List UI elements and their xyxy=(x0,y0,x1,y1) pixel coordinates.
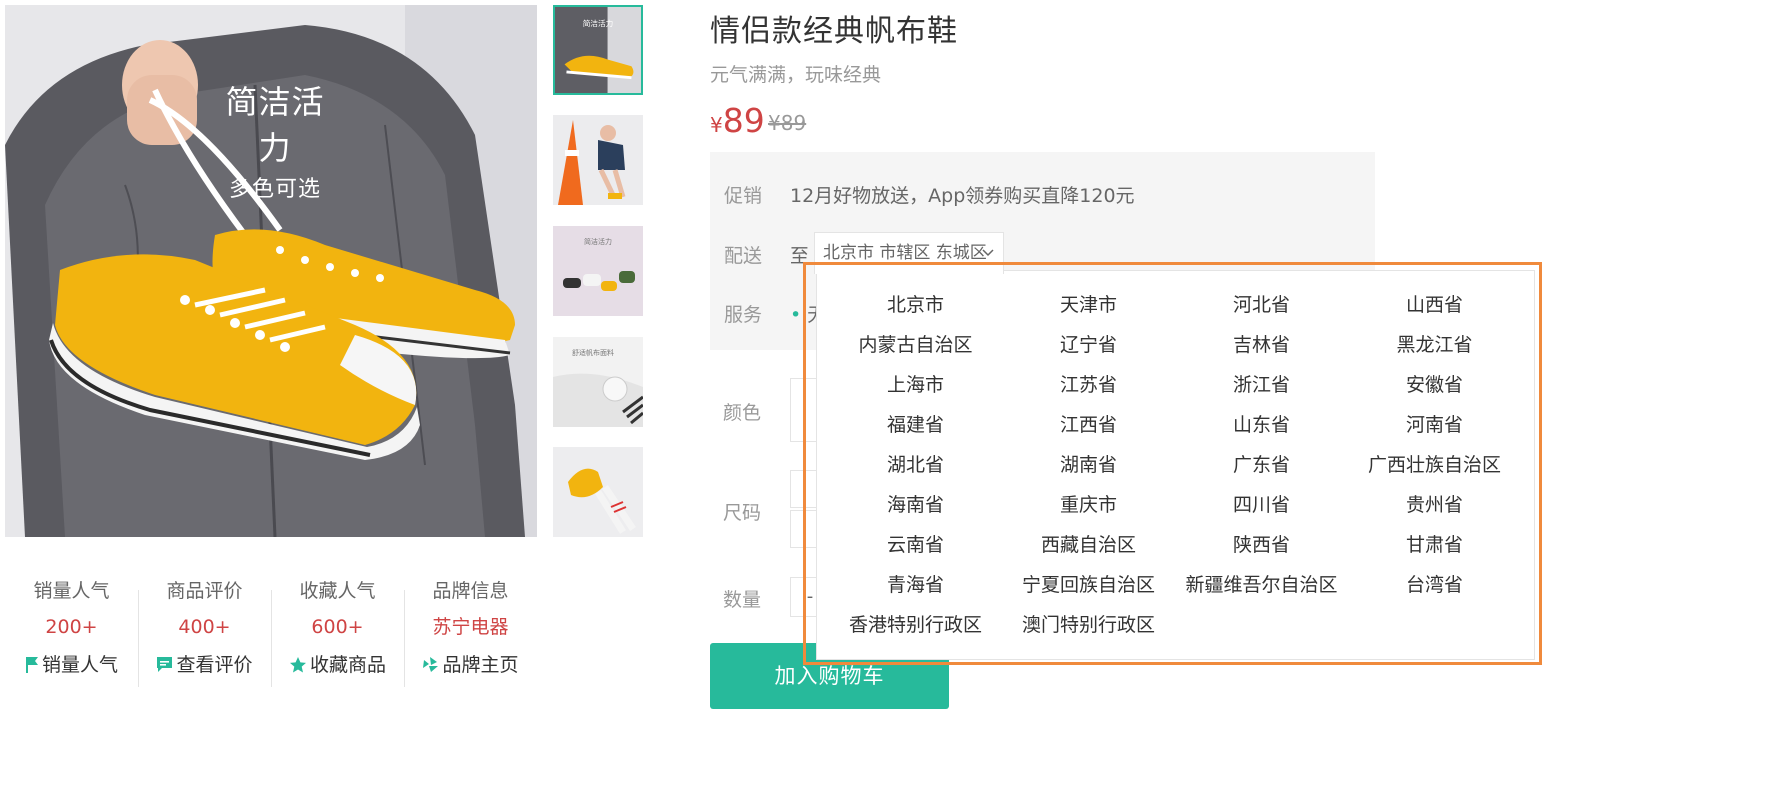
region-option[interactable]: 广西壮族自治区 xyxy=(1348,450,1521,477)
region-option[interactable]: 宁夏回族自治区 xyxy=(1002,570,1175,597)
region-option[interactable]: 福建省 xyxy=(829,410,1002,437)
size-label: 尺码 xyxy=(723,502,762,524)
region-option[interactable]: 上海市 xyxy=(829,370,1002,397)
price-currency: ¥ xyxy=(710,113,723,137)
main-image-caption: 简洁活力 多色可选 xyxy=(210,77,340,203)
stat-label: 销量人气 xyxy=(33,580,110,602)
region-dropdown: 北京市 天津市 河北省 山西省内蒙古自治区 辽宁省 吉林省 黑龙江省上海市 江苏省 浙江省 安徽省… xyxy=(816,270,1535,660)
region-select-value: 北京市 市辖区 东城区 xyxy=(823,243,987,263)
thumbnail-2[interactable] xyxy=(553,115,643,205)
stat-link-brand[interactable]: 品牌主页 xyxy=(404,647,537,683)
stat-label: 商品评价 xyxy=(166,580,243,602)
region-option[interactable]: 天津市 xyxy=(1002,290,1175,317)
stat-link-label: 收藏商品 xyxy=(309,654,386,676)
thumb-caption-4: 舒适帆布面料 xyxy=(572,348,614,357)
stat-reviews: 商品评价 400+ 查看评价 xyxy=(138,575,271,683)
region-option[interactable]: 贵州省 xyxy=(1348,490,1521,517)
chevron-down-icon xyxy=(981,233,995,288)
thumb-caption-3: 简洁活力 xyxy=(584,237,612,246)
region-option[interactable]: 新疆维吾尔自治区 xyxy=(1175,570,1348,597)
region-option[interactable]: 河北省 xyxy=(1175,290,1348,317)
thumbnail-4[interactable]: 舒适帆布面料 xyxy=(553,337,643,427)
star-icon xyxy=(289,650,307,686)
stat-label: 品牌信息 xyxy=(432,580,509,602)
caption-line1: 简洁活力 xyxy=(225,83,325,167)
region-option[interactable]: 四川省 xyxy=(1175,490,1348,517)
thumb-caption-1: 简洁活力 xyxy=(583,18,614,28)
brand-icon xyxy=(422,650,439,686)
region-option[interactable]: 青海省 xyxy=(829,570,1002,597)
main-product-image: 简洁活力 多色可选 xyxy=(5,5,537,537)
region-option[interactable]: 吉林省 xyxy=(1175,330,1348,357)
stat-value: 600+ xyxy=(311,616,364,638)
stat-favorites: 收藏人气 600+ 收藏商品 xyxy=(271,575,404,683)
service-label: 服务 xyxy=(724,304,763,326)
price-value: 89 xyxy=(722,101,765,140)
promo-text: 12月好物放送，App领券购买直降120元 xyxy=(790,185,1135,207)
region-option[interactable]: 山东省 xyxy=(1175,410,1348,437)
region-option[interactable]: 浙江省 xyxy=(1175,370,1348,397)
region-option[interactable]: 海南省 xyxy=(829,490,1002,517)
region-option[interactable]: 安徽省 xyxy=(1348,370,1521,397)
comment-icon xyxy=(156,650,173,686)
region-option[interactable]: 山西省 xyxy=(1348,290,1521,317)
stat-value: 400+ xyxy=(178,616,231,638)
product-subtitle: 元气满满，玩味经典 xyxy=(710,64,882,86)
promo-label: 促销 xyxy=(724,185,763,207)
thumbnail-5[interactable] xyxy=(553,447,643,537)
region-option[interactable]: 湖北省 xyxy=(829,450,1002,477)
stat-sales: 销量人气 200+ 销量人气 xyxy=(5,575,138,683)
color-label: 颜色 xyxy=(723,402,762,424)
stat-link-reviews[interactable]: 查看评价 xyxy=(138,647,271,683)
region-option[interactable]: 河南省 xyxy=(1348,410,1521,437)
region-option[interactable]: 内蒙古自治区 xyxy=(829,330,1002,357)
region-option[interactable]: 澳门特别行政区 xyxy=(1002,610,1175,637)
region-option[interactable]: 香港特别行政区 xyxy=(829,610,1002,637)
region-option[interactable]: 广东省 xyxy=(1175,450,1348,477)
region-option[interactable]: 北京市 xyxy=(829,290,1002,317)
caption-line2: 多色可选 xyxy=(228,177,321,202)
region-option[interactable]: 甘肃省 xyxy=(1348,530,1521,557)
stat-brand: 品牌信息 苏宁电器 品牌主页 xyxy=(404,575,537,683)
stat-label: 收藏人气 xyxy=(299,580,376,602)
region-option[interactable]: 陕西省 xyxy=(1175,530,1348,557)
flag-icon xyxy=(25,650,39,686)
stat-link-favorites[interactable]: 收藏商品 xyxy=(271,647,404,683)
region-option[interactable]: 重庆市 xyxy=(1002,490,1175,517)
delivery-prefix: 至 xyxy=(790,245,810,267)
delivery-region-select[interactable]: 北京市 市辖区 东城区 xyxy=(814,232,1004,274)
region-option[interactable]: 云南省 xyxy=(829,530,1002,557)
region-option[interactable]: 江苏省 xyxy=(1002,370,1175,397)
region-option[interactable]: 辽宁省 xyxy=(1002,330,1175,357)
product-title: 情侣款经典帆布鞋 xyxy=(710,14,958,49)
region-option[interactable]: 台湾省 xyxy=(1348,570,1521,597)
stat-link-sales[interactable]: 销量人气 xyxy=(5,647,138,683)
delivery-label: 配送 xyxy=(724,245,763,267)
stat-link-label: 查看评价 xyxy=(176,654,253,676)
stat-value: 200+ xyxy=(45,616,98,638)
thumbnail-1[interactable]: 简洁活力 xyxy=(553,5,643,95)
region-option[interactable]: 湖南省 xyxy=(1002,450,1175,477)
stat-value: 苏宁电器 xyxy=(432,616,509,638)
original-price: ¥89 xyxy=(768,111,807,135)
quantity-label: 数量 xyxy=(723,589,762,611)
thumbnail-3[interactable]: 简洁活力 xyxy=(553,226,643,316)
current-price: ¥89 xyxy=(710,101,765,140)
region-option[interactable]: 西藏自治区 xyxy=(1002,530,1175,557)
region-option[interactable]: 江西省 xyxy=(1002,410,1175,437)
stat-link-label: 销量人气 xyxy=(41,654,118,676)
region-option[interactable]: 黑龙江省 xyxy=(1348,330,1521,357)
stat-link-label: 品牌主页 xyxy=(442,654,519,676)
